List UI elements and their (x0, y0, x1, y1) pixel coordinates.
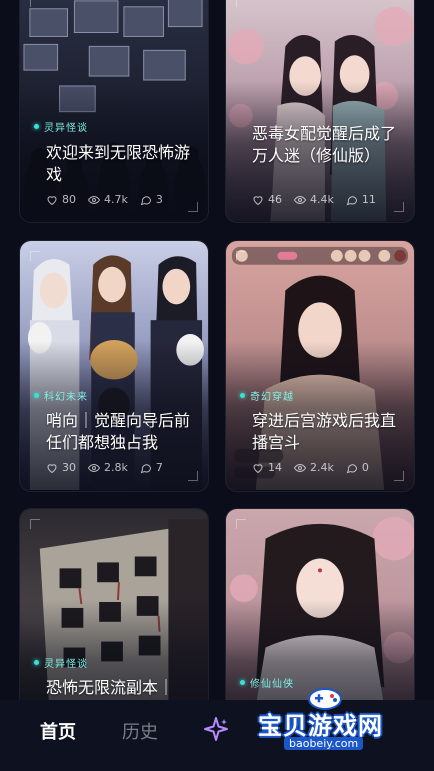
comment-count: 0 (361, 461, 369, 474)
watermark-url: baobeiy.com (284, 737, 364, 750)
view-count: 4.4k (310, 193, 334, 206)
card-title: 恐怖无限流副本｜ (46, 678, 175, 697)
comment-count: 7 (155, 461, 163, 474)
tag-dot-icon (34, 393, 39, 398)
tag-dot-icon (240, 393, 245, 398)
nav-history[interactable]: 历史 (122, 718, 158, 744)
story-card[interactable]: 科幻未来 哨向｜觉醒向导后前任们都想独占我 30 2.8k 7 (19, 240, 209, 492)
story-card[interactable]: 修仙仙侠 (225, 508, 415, 700)
heart-icon (253, 463, 263, 473)
card-tag: 奇幻穿越 (240, 388, 294, 403)
like-count: 46 (268, 193, 282, 206)
card-stats: 46 4.4k 11 (252, 193, 404, 206)
heart-icon (253, 195, 263, 205)
comment-count: 11 (361, 193, 376, 206)
like-count: 30 (62, 461, 76, 474)
view-count: 2.4k (310, 461, 334, 474)
card-tag: 修仙仙侠 (240, 675, 294, 690)
heart-icon (47, 463, 57, 473)
comment-count: 3 (155, 193, 163, 206)
watermark-text: 宝贝游戏网 (258, 712, 383, 740)
tag-dot-icon (34, 660, 39, 665)
comment-icon (346, 195, 357, 205)
eye-icon (294, 463, 306, 472)
view-count: 2.8k (104, 461, 128, 474)
heart-icon (47, 195, 57, 205)
comment-icon (140, 195, 151, 205)
card-title: 穿进后宫游戏后我直播宫斗 (252, 411, 397, 452)
eye-icon (88, 195, 100, 204)
story-card[interactable]: 灵异怪谈 恐怖无限流副本｜ (19, 508, 209, 700)
card-tag: 灵异怪谈 (34, 655, 88, 670)
like-count: 14 (268, 461, 282, 474)
eye-icon (294, 195, 306, 204)
story-card[interactable]: 奇幻穿越 穿进后宫游戏后我直播宫斗 14 2.4k 0 (225, 240, 415, 492)
card-title: 恶毒女配觉醒后成了万人迷（修仙版） (252, 124, 397, 165)
story-feed[interactable]: 灵异怪谈 欢迎来到无限恐怖游戏 80 4.7k 3 恶毒女配觉醒后成了万人迷（修… (0, 0, 434, 700)
view-count: 4.7k (104, 193, 128, 206)
card-title: 欢迎来到无限恐怖游戏 (46, 143, 191, 184)
comment-icon (140, 463, 151, 473)
story-card[interactable]: 恶毒女配觉醒后成了万人迷（修仙版） 46 4.4k 11 (225, 0, 415, 223)
like-count: 80 (62, 193, 76, 206)
card-stats: 80 4.7k 3 (46, 193, 198, 206)
card-tag: 灵异怪谈 (34, 119, 88, 134)
card-title: 哨向｜觉醒向导后前任们都想独占我 (46, 411, 191, 452)
eye-icon (88, 463, 100, 472)
card-stats: 30 2.8k 7 (46, 461, 198, 474)
comment-icon (346, 463, 357, 473)
card-stats: 14 2.4k 0 (252, 461, 404, 474)
tag-dot-icon (240, 680, 245, 685)
nav-home[interactable]: 首页 (40, 718, 76, 744)
tag-dot-icon (34, 124, 39, 129)
story-card[interactable]: 灵异怪谈 欢迎来到无限恐怖游戏 80 4.7k 3 (19, 0, 209, 223)
sparkle-icon[interactable] (203, 716, 229, 742)
card-tag: 科幻未来 (34, 388, 88, 403)
